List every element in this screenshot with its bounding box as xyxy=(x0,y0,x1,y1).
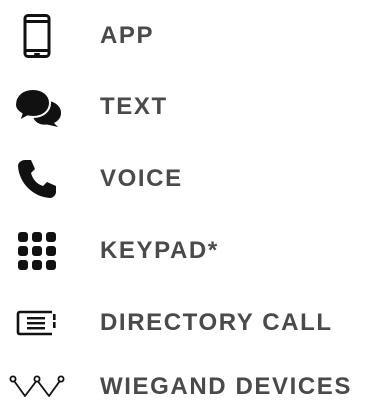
feature-item-keypad: KEYPAD* xyxy=(0,229,383,273)
feature-label-app: APP xyxy=(100,22,155,49)
feature-label-directory-call: DIRECTORY CALL xyxy=(100,309,333,336)
phone-handset-icon xyxy=(6,157,68,201)
feature-label-keypad: KEYPAD* xyxy=(100,237,219,264)
feature-list: APP TEXT VOICE KEYPAD* DIRECTORY CALL WI… xyxy=(0,0,383,406)
feature-item-directory-call: DIRECTORY CALL xyxy=(0,301,383,345)
feature-item-voice: VOICE xyxy=(0,157,383,201)
smartphone-icon xyxy=(6,14,68,58)
feature-label-voice: VOICE xyxy=(100,165,183,192)
directory-list-icon xyxy=(6,301,68,345)
feature-label-text: TEXT xyxy=(100,93,168,120)
feature-item-app: APP xyxy=(0,14,383,58)
wiegand-wave-icon xyxy=(6,365,68,409)
keypad-grid-icon xyxy=(6,229,68,273)
chat-bubbles-icon xyxy=(6,85,68,129)
feature-label-wiegand-devices: WIEGAND DEVICES xyxy=(100,373,353,400)
feature-item-wiegand-devices: WIEGAND DEVICES xyxy=(0,365,383,409)
feature-item-text: TEXT xyxy=(0,85,383,129)
